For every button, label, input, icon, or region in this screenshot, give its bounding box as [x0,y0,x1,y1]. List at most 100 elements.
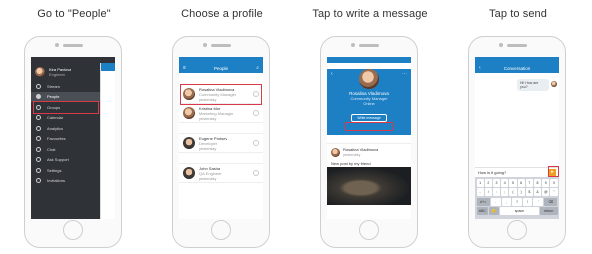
post-time: yesterday [343,152,361,157]
calendar-icon [36,115,41,121]
key[interactable]: ? [512,197,522,206]
highlight-send [548,166,559,177]
phone-mockup: ≡ People ⌕ Rosalina Vladimova Community … [172,36,270,248]
nav-title: People [213,65,228,71]
step-write-message: Tap to write a message ‹ ⋯ Rosalina Vlad… [296,0,444,254]
person-meta: yesterday [199,115,217,121]
phone-mockup: Kira Pavlova Engineer Stream People Grou… [24,36,122,248]
menu-screen: Kira Pavlova Engineer Stream People Grou… [31,57,115,219]
avatar [35,67,45,77]
space-key[interactable]: space [499,207,539,215]
home-button[interactable] [63,220,83,240]
key[interactable]: $ [525,188,533,196]
key[interactable]: 1 [476,178,484,187]
list-item[interactable]: John Sasha QA Engineer yesterday [179,164,263,183]
key[interactable]: ; [501,188,509,196]
invite-icon [36,178,41,184]
key[interactable]: 5 [509,178,517,187]
phone-camera [499,43,503,47]
key[interactable]: 0 [550,178,558,187]
write-message-button[interactable]: Write message [351,114,387,122]
phone-mockup: ‹ Conversation Hi! How are you? How is i… [468,36,566,248]
key[interactable]: 3 [492,178,501,187]
key[interactable]: - [476,188,484,196]
phone-speaker [63,44,83,47]
list-item[interactable]: Kristina Mor Marketing Manager yesterday [179,104,263,123]
key[interactable]: . [490,197,501,206]
analytics-icon [36,125,41,131]
stream-icon [36,83,41,89]
key[interactable]: 9 [542,178,550,187]
profile-status: Online [363,101,375,106]
home-button[interactable] [359,220,379,240]
star-icon [36,136,41,142]
step-title: Choose a profile [181,8,263,20]
post-text: New post by my friend [331,161,371,166]
step-go-to-people: Go to "People" Kira Pavlova Engineer Str… [0,0,148,254]
hamburger-icon[interactable]: ≡ [183,65,186,71]
person-meta: yesterday [199,145,217,151]
chat-screen: ‹ Conversation Hi! How are you? How is i… [475,57,559,219]
person-meta: yesterday [199,175,217,181]
profile-photo [359,69,379,89]
key[interactable]: / [484,188,492,196]
back-arrow-icon[interactable]: ‹ [479,65,481,71]
home-button[interactable] [211,220,231,240]
emoji-icon[interactable]: 🙂 [489,207,499,215]
step-choose-profile: Choose a profile ≡ People ⌕ Rosalina Vla… [148,0,296,254]
help-icon [36,157,41,163]
key[interactable]: " [550,188,558,196]
person-name: John Sasha [199,165,221,171]
highlight-people [33,101,99,114]
status-bar [327,57,411,63]
key[interactable]: ' [533,197,544,206]
profile-screen: ‹ ⋯ Rosalina Vladimova Community Manager… [327,57,411,219]
key[interactable]: 2 [484,178,492,187]
key[interactable]: 4 [501,178,509,187]
more-icon[interactable]: ⋯ [402,71,407,77]
step-send: Tap to send ‹ Conversation Hi! How are y… [444,0,592,254]
key[interactable]: 6 [517,178,525,187]
message-input[interactable]: How is it going? [478,170,546,175]
chevron-icon [253,140,259,146]
key[interactable]: ! [522,197,533,206]
key[interactable]: 8 [533,178,542,187]
person-role: Marketing Manager [199,110,234,116]
chevron-icon [253,110,259,116]
symbols-key[interactable]: #+= [476,197,490,206]
home-button[interactable] [507,220,527,240]
people-screen: ≡ People ⌕ Rosalina Vladimova Community … [179,57,263,219]
key[interactable]: , [501,197,512,206]
phone-camera [203,43,207,47]
phone-speaker [507,44,527,47]
key[interactable]: 7 [525,178,533,187]
nav-title: Conversation [503,65,531,71]
return-key[interactable]: return [539,207,558,215]
post-image[interactable] [327,167,411,205]
avatar [183,107,195,119]
back-arrow-icon[interactable]: ‹ [331,71,333,77]
post-header: Rosalina Vladimova yesterday [327,144,411,160]
backspace-icon[interactable]: ⌫ [544,197,558,206]
chevron-icon [253,170,259,176]
key[interactable]: ( [509,188,517,196]
content-peek [100,63,115,219]
list-item[interactable]: Eugene Protsev Developer yesterday [179,134,263,153]
step-title: Go to "People" [37,8,111,20]
abc-key[interactable]: ABC [476,207,489,215]
chat-icon [36,146,41,152]
search-icon[interactable]: ⌕ [256,65,259,71]
person-name: Eugene Protsev [199,135,228,141]
phone-camera [55,43,59,47]
key[interactable]: ) [517,188,525,196]
people-icon [36,94,41,100]
key[interactable]: @ [542,188,550,196]
key[interactable]: & [533,188,542,196]
key[interactable]: : [492,188,501,196]
step-title: Tap to send [489,8,547,20]
user-role: Engineer [49,72,66,77]
phone-camera [351,43,355,47]
highlight-write-message [345,122,393,131]
compose-bar: How is it going? ▸ [475,167,559,176]
phone-mockup: ‹ ⋯ Rosalina Vladimova Community Manager… [320,36,418,248]
